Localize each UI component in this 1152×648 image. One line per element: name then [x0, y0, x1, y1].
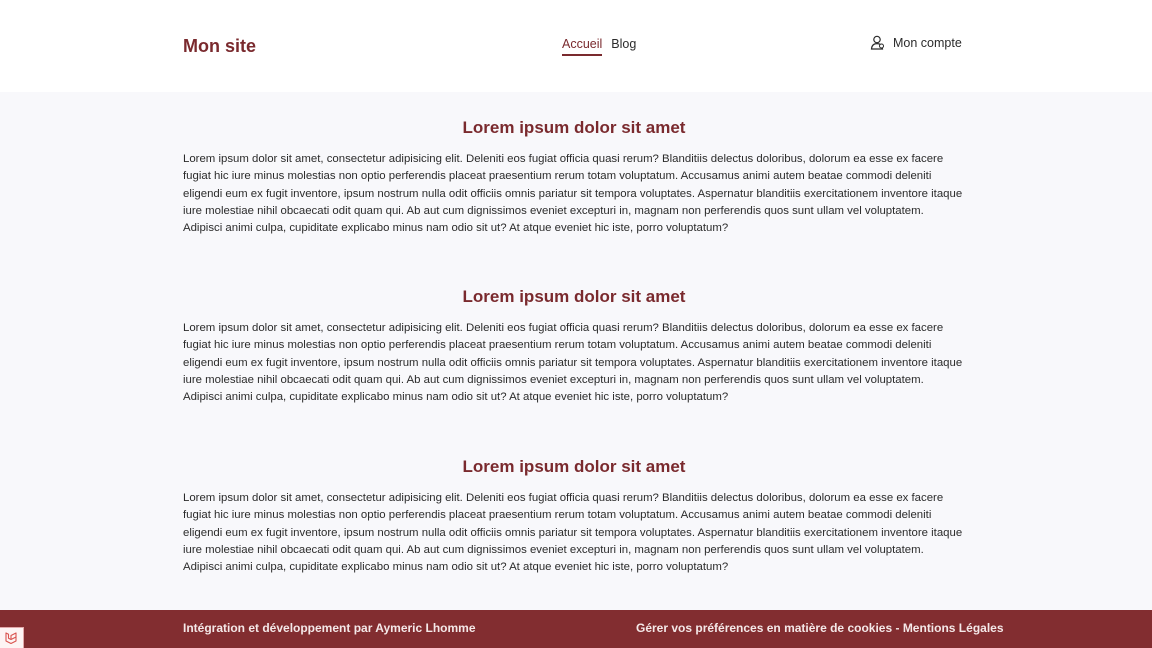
site-footer: Intégration et développement par Aymeric…: [0, 610, 1152, 648]
article-title: Lorem ipsum dolor sit amet: [462, 118, 686, 137]
site-header: Mon site Accueil Blog Mon compte: [0, 0, 1152, 92]
article-title: Lorem ipsum dolor sit amet: [462, 457, 686, 476]
cookie-preferences-link[interactable]: Gérer vos préférences en matière de cook…: [636, 621, 892, 635]
site-logo-link[interactable]: Mon site: [183, 36, 256, 57]
main-content: Lorem ipsum dolor sit amet Lorem ipsum d…: [0, 92, 1152, 610]
framework-badge[interactable]: [0, 627, 24, 648]
article-title: Lorem ipsum dolor sit amet: [462, 287, 686, 306]
legal-notice-link[interactable]: Mentions Légales: [903, 621, 1004, 635]
account-label: Mon compte: [893, 35, 962, 50]
user-icon: [870, 35, 885, 50]
article-body: Lorem ipsum dolor sit amet, consectetur …: [183, 153, 963, 235]
account-link[interactable]: Mon compte: [870, 35, 962, 50]
footer-credit: Intégration et développement par Aymeric…: [183, 621, 476, 635]
footer-separator: -: [892, 621, 903, 635]
nav-item-accueil[interactable]: Accueil: [562, 37, 603, 56]
article-body: Lorem ipsum dolor sit amet, consectetur …: [183, 322, 963, 404]
article-2: Lorem ipsum dolor sit amet Lorem ipsum d…: [183, 287, 965, 406]
footer-links: Gérer vos préférences en matière de cook…: [636, 621, 1004, 635]
article-1: Lorem ipsum dolor sit amet Lorem ipsum d…: [183, 118, 965, 237]
nav-item-blog[interactable]: Blog: [611, 37, 636, 56]
article-3: Lorem ipsum dolor sit amet Lorem ipsum d…: [183, 457, 965, 576]
main-nav: Accueil Blog: [562, 37, 636, 56]
article-body: Lorem ipsum dolor sit amet, consectetur …: [183, 492, 963, 574]
